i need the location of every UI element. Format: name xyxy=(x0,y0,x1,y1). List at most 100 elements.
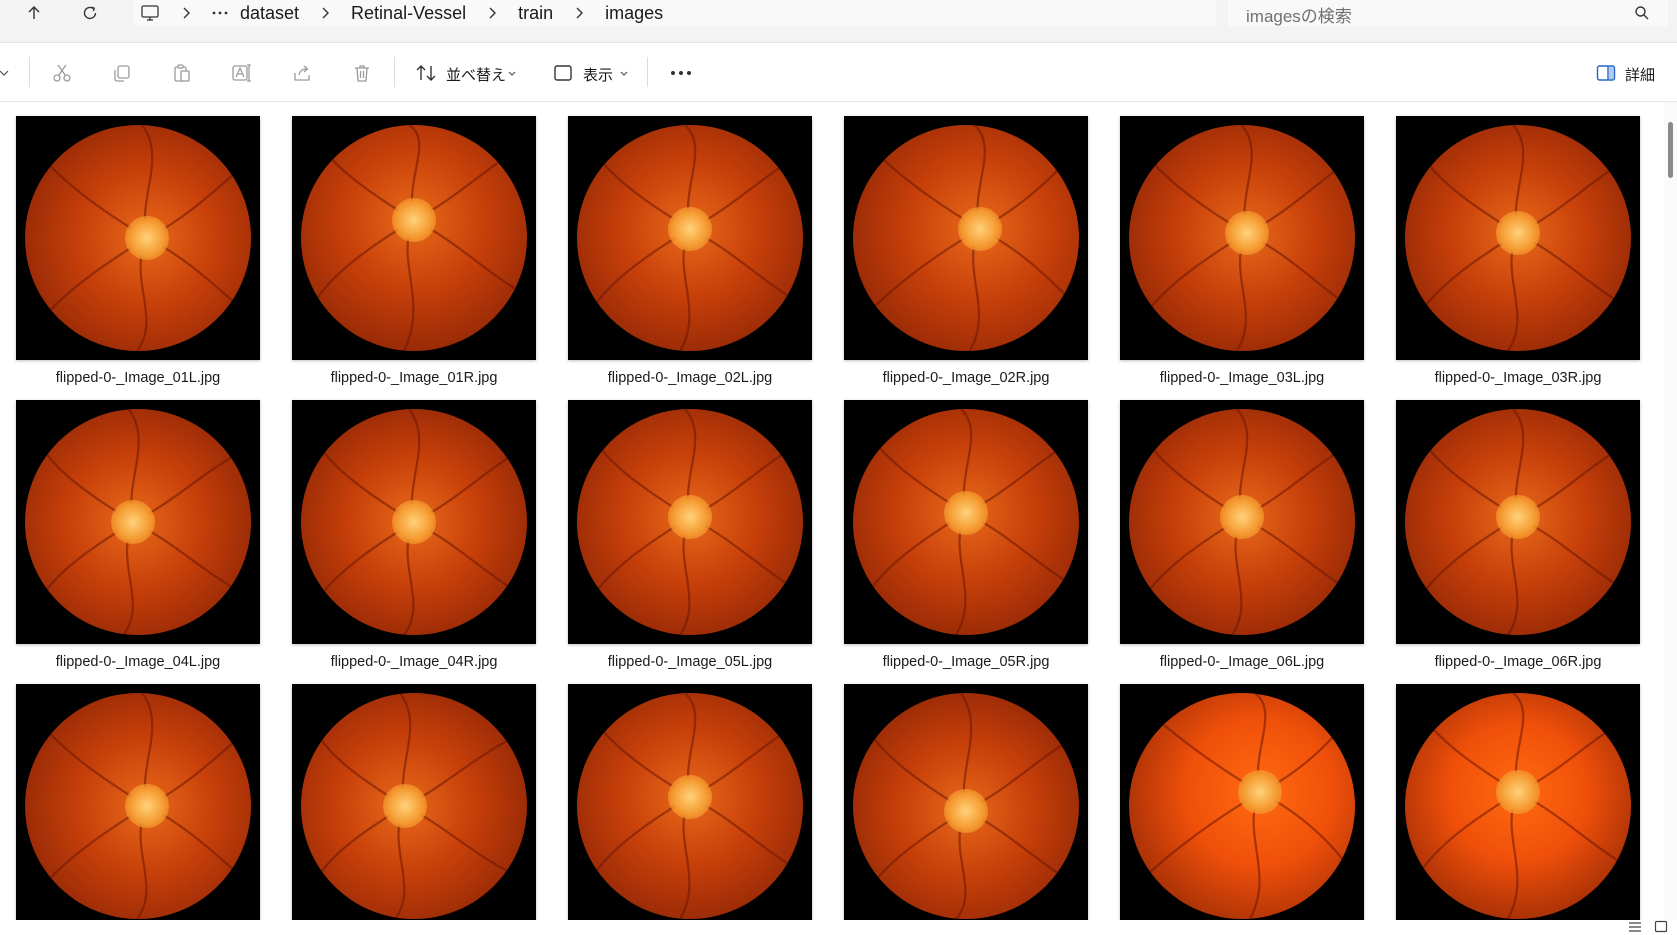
computer-icon xyxy=(141,5,159,21)
rename-button[interactable] xyxy=(229,60,255,86)
file-thumbnail[interactable] xyxy=(568,400,812,644)
more-icon xyxy=(671,71,691,75)
details-label[interactable]: 詳細 xyxy=(1625,64,1655,85)
fundus-image xyxy=(1405,693,1631,919)
file-item[interactable]: flipped-0-_Image_03R.jpg xyxy=(1380,102,1656,386)
refresh-button[interactable] xyxy=(70,0,110,26)
file-item[interactable]: flipped-0-_Image_05R.jpg xyxy=(828,386,1104,670)
file-item[interactable]: flipped-0-_Image_06R.jpg xyxy=(1380,386,1656,670)
details-pane-button[interactable] xyxy=(1593,60,1619,86)
fundus-image xyxy=(853,409,1079,635)
optic-disc xyxy=(1224,211,1269,256)
new-dropdown-chevron[interactable] xyxy=(0,60,14,86)
file-item[interactable]: flipped-0-_Image_01R.jpg xyxy=(276,102,552,386)
breadcrumb[interactable]: dataset Retinal-Vessel train images xyxy=(134,0,1216,26)
search-icon[interactable] xyxy=(1634,5,1650,21)
vessel-overlay xyxy=(1138,693,1346,919)
file-item[interactable]: flipped-0-_Image_04L.jpg xyxy=(0,386,276,670)
file-thumbnail[interactable] xyxy=(1396,684,1640,920)
file-item[interactable]: flipped-0-_Image_05L.jpg xyxy=(552,386,828,670)
search-input[interactable]: imagesの検索 xyxy=(1228,0,1668,26)
optic-disc xyxy=(944,788,988,833)
sort-label[interactable]: 並べ替え xyxy=(446,64,506,85)
file-thumbnail[interactable] xyxy=(292,684,536,920)
breadcrumb-item-retinal-vessel[interactable]: Retinal-Vessel xyxy=(345,3,472,24)
file-thumbnail[interactable] xyxy=(292,116,536,360)
fundus-image xyxy=(1405,409,1631,635)
file-thumbnail[interactable] xyxy=(16,116,260,360)
file-thumbnail[interactable] xyxy=(16,684,260,920)
file-thumbnail[interactable] xyxy=(844,684,1088,920)
fundus-image xyxy=(1129,125,1355,351)
search-placeholder: imagesの検索 xyxy=(1246,7,1352,26)
file-item[interactable]: flipped-0-_Image_02L.jpg xyxy=(552,102,828,386)
details-view-icon[interactable] xyxy=(1628,920,1642,934)
file-item[interactable] xyxy=(1104,670,1380,920)
file-item[interactable] xyxy=(276,670,552,920)
chevron-down-icon[interactable] xyxy=(508,71,516,77)
view-icon xyxy=(554,65,572,81)
view-button[interactable] xyxy=(550,60,576,86)
breadcrumb-item-train[interactable]: train xyxy=(512,3,559,24)
file-thumbnail[interactable] xyxy=(16,400,260,644)
delete-button[interactable] xyxy=(349,60,375,86)
file-item[interactable]: flipped-0-_Image_04R.jpg xyxy=(276,386,552,670)
file-thumbnail[interactable] xyxy=(844,116,1088,360)
file-item[interactable] xyxy=(552,670,828,920)
sort-icon xyxy=(416,65,436,81)
optic-disc xyxy=(392,197,436,242)
view-label[interactable]: 表示 xyxy=(583,64,613,85)
optic-disc xyxy=(668,206,712,251)
file-item[interactable]: flipped-0-_Image_01L.jpg xyxy=(0,102,276,386)
fundus-image xyxy=(301,125,527,351)
toolbar-divider xyxy=(29,57,30,87)
sort-button[interactable] xyxy=(413,60,439,86)
up-button[interactable] xyxy=(14,0,54,26)
file-thumbnail[interactable] xyxy=(568,684,812,920)
fundus-image xyxy=(25,125,251,351)
file-thumbnail[interactable] xyxy=(1396,400,1640,644)
file-item[interactable]: flipped-0-_Image_03L.jpg xyxy=(1104,102,1380,386)
optic-disc xyxy=(125,216,170,260)
file-item[interactable] xyxy=(828,670,1104,920)
file-thumbnail[interactable] xyxy=(1120,116,1364,360)
fundus-image xyxy=(1129,409,1355,635)
chevron-right-icon[interactable] xyxy=(305,0,345,26)
copy-button[interactable] xyxy=(109,60,135,86)
file-thumbnail[interactable] xyxy=(1120,684,1364,920)
file-thumbnail[interactable] xyxy=(1120,400,1364,644)
share-button[interactable] xyxy=(289,60,315,86)
file-item[interactable]: flipped-0-_Image_02R.jpg xyxy=(828,102,1104,386)
file-name: flipped-0-_Image_03L.jpg xyxy=(1159,370,1325,386)
chevron-right-icon[interactable] xyxy=(559,0,599,26)
pc-crumb[interactable] xyxy=(134,0,166,26)
file-item[interactable] xyxy=(1380,670,1656,920)
ellipsis-icon[interactable] xyxy=(206,0,234,26)
vertical-scrollbar[interactable] xyxy=(1664,102,1677,920)
fundus-image xyxy=(577,409,803,635)
file-thumbnail[interactable] xyxy=(568,116,812,360)
fundus-image xyxy=(25,409,251,635)
breadcrumb-item-dataset[interactable]: dataset xyxy=(234,3,305,24)
cut-button[interactable] xyxy=(49,60,75,86)
chevron-down-icon[interactable] xyxy=(620,71,628,77)
file-name: flipped-0-_Image_05R.jpg xyxy=(882,654,1050,670)
paste-button[interactable] xyxy=(169,60,195,86)
see-more-button[interactable] xyxy=(668,60,694,86)
share-icon xyxy=(294,65,310,81)
optic-disc xyxy=(392,500,436,544)
file-thumbnail[interactable] xyxy=(844,400,1088,644)
scrollbar-thumb[interactable] xyxy=(1668,122,1673,178)
file-item[interactable]: flipped-0-_Image_06L.jpg xyxy=(1104,386,1380,670)
file-thumbnail[interactable] xyxy=(292,400,536,644)
optic-disc xyxy=(125,784,170,828)
chevron-right-icon[interactable] xyxy=(166,0,206,26)
status-bar xyxy=(0,920,1677,935)
file-thumbnail[interactable] xyxy=(1396,116,1640,360)
file-item[interactable] xyxy=(0,670,276,920)
large-icons-view-icon[interactable] xyxy=(1654,920,1668,934)
file-name: flipped-0-_Image_01R.jpg xyxy=(330,370,498,386)
fundus-image xyxy=(1405,125,1631,351)
chevron-right-icon[interactable] xyxy=(472,0,512,26)
breadcrumb-item-images[interactable]: images xyxy=(599,3,669,24)
